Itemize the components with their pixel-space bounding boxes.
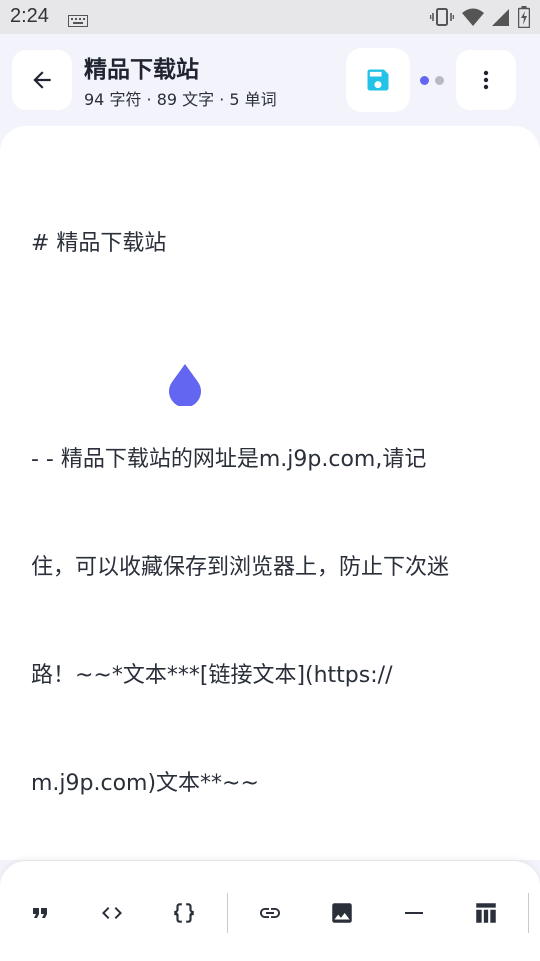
horizontal-rule-icon	[405, 912, 423, 914]
quote-button[interactable]	[22, 897, 58, 929]
code-block-button[interactable]	[166, 897, 202, 929]
editor-line: m.j9p.com)文本**~~	[31, 771, 259, 796]
table-button[interactable]	[468, 897, 504, 929]
toolbar-divider	[227, 893, 228, 933]
status-time: 2:24	[10, 5, 49, 27]
signal-icon	[492, 7, 510, 31]
wifi-icon	[462, 7, 484, 31]
toolbar-divider	[528, 893, 529, 933]
editor-line: # 精品下载站	[31, 231, 167, 256]
markdown-editor[interactable]: # 精品下载站 - - 精品下载站的网址是m.j9p.com,请记 住，可以收藏…	[0, 126, 540, 860]
inline-code-button[interactable]	[94, 897, 130, 929]
table-icon	[476, 903, 496, 923]
battery-icon	[517, 6, 531, 32]
document-stats: 94 字符 · 89 文字 · 5 单词	[84, 90, 277, 109]
keyboard-icon	[68, 12, 88, 31]
image-button[interactable]	[324, 897, 360, 929]
quote-icon	[33, 908, 47, 918]
page-title: 精品下载站	[84, 57, 199, 83]
editor-line: 住，可以收藏保存到浏览器上，防止下次迷	[31, 555, 450, 580]
page-indicator-dot	[435, 76, 444, 85]
horizontal-rule-button[interactable]	[396, 897, 432, 929]
image-icon	[332, 903, 352, 923]
editor-content[interactable]: # 精品下载站 - - 精品下载站的网址是m.j9p.com,请记 住，可以收藏…	[31, 154, 511, 874]
more-vert-icon	[483, 70, 489, 90]
vibrate-icon	[429, 7, 455, 31]
back-arrow-icon	[33, 71, 51, 89]
link-button[interactable]	[252, 897, 288, 929]
back-button[interactable]	[12, 50, 72, 110]
save-icon	[367, 69, 389, 91]
editor-line: 路！~~*文本***[链接文本](https://	[31, 663, 393, 688]
text-cursor-handle[interactable]	[168, 364, 202, 406]
status-bar: 2:24	[0, 0, 540, 34]
page-indicator	[420, 76, 444, 85]
app-header: 精品下载站 94 字符 · 89 文字 · 5 单词	[0, 34, 540, 126]
formatting-toolbar	[0, 860, 540, 961]
page-indicator-dot-active	[420, 76, 429, 85]
link-icon	[260, 908, 280, 918]
code-icon	[102, 907, 122, 919]
more-options-button[interactable]	[456, 50, 516, 110]
editor-line: - - 精品下载站的网址是m.j9p.com,请记	[31, 447, 427, 472]
save-button[interactable]	[346, 48, 410, 112]
code-block-icon	[174, 903, 194, 923]
